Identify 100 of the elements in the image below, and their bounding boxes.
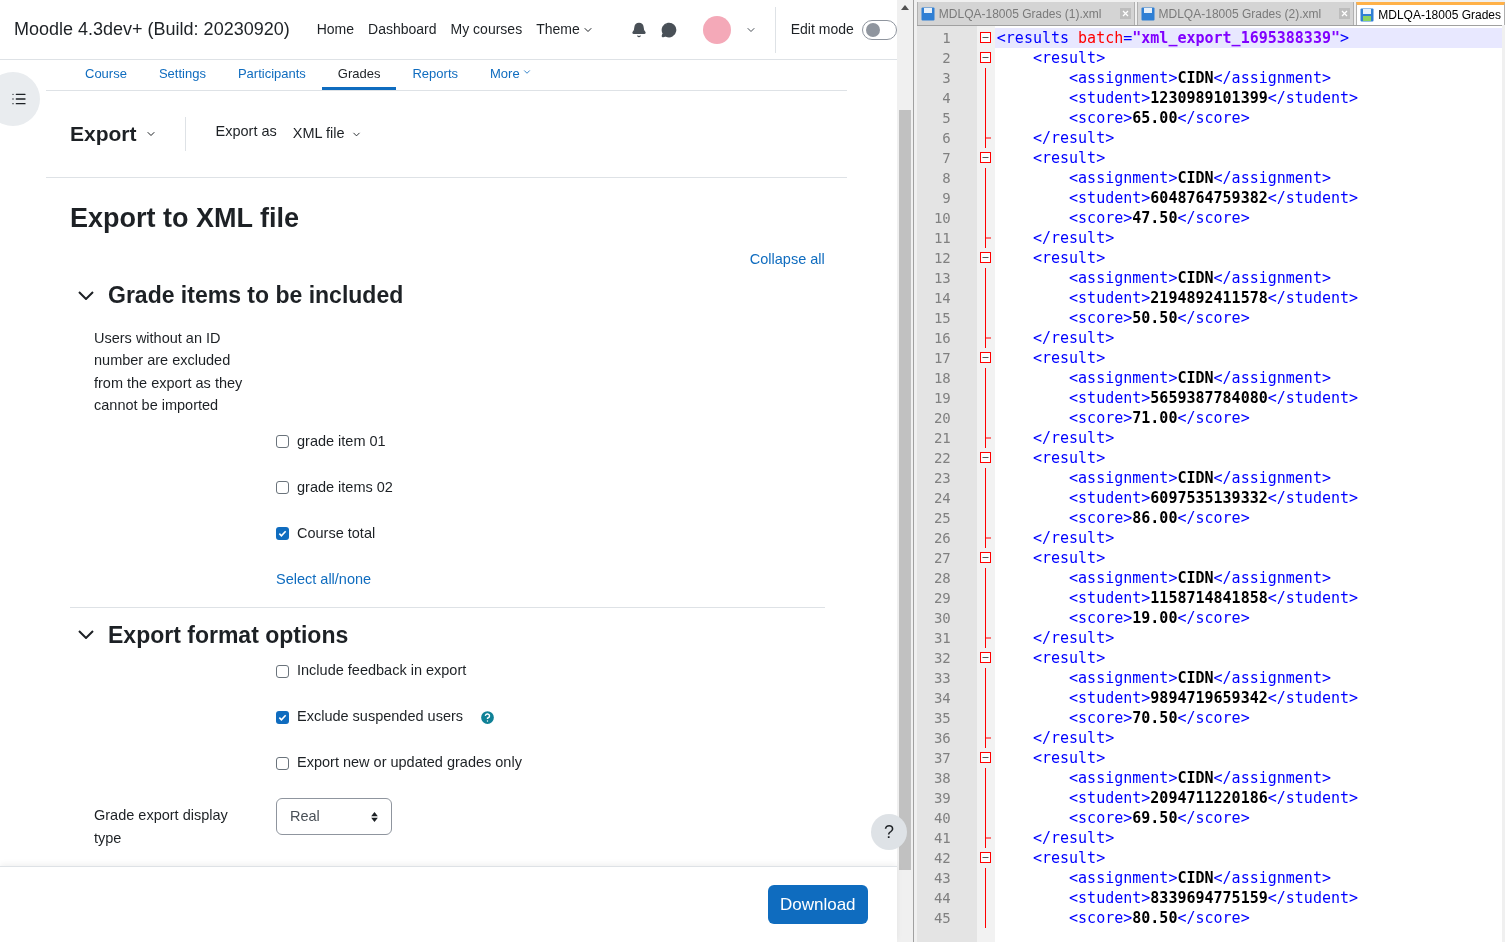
- export-menu[interactable]: Export: [70, 118, 157, 150]
- code-line: <student>2094711220186</student>: [1068, 788, 1360, 808]
- help-button[interactable]: ?: [871, 814, 907, 850]
- display-type-select[interactable]: Real: [276, 798, 392, 835]
- code-line: <student>9894719659342</student>: [1068, 688, 1360, 708]
- code-line: <assignment>CIDN</assignment>: [1068, 68, 1332, 88]
- code-line: <result>: [1031, 248, 1107, 268]
- line-number: 25: [932, 509, 952, 528]
- fold-marker-icon[interactable]: [979, 32, 991, 43]
- section-header[interactable]: Grade items to be included: [78, 278, 404, 313]
- line-number: 26: [932, 529, 952, 548]
- secondary-nav-tab[interactable]: Course: [69, 64, 143, 90]
- line-number: 38: [932, 769, 952, 788]
- fold-marker-icon[interactable]: [979, 752, 991, 763]
- nav-link[interactable]: Home: [309, 19, 362, 40]
- line-number: 24: [932, 489, 952, 508]
- line-number: 14: [932, 289, 952, 308]
- code-line: </result>: [1031, 228, 1116, 248]
- export-as-label: Export as: [215, 122, 277, 142]
- line-number: 9: [941, 189, 952, 208]
- fold-marker-icon[interactable]: [979, 52, 991, 63]
- secondary-nav-tab[interactable]: Reports: [396, 64, 474, 90]
- collapse-all-link[interactable]: Collapse all: [749, 248, 825, 271]
- code-line: <assignment>CIDN</assignment>: [1068, 568, 1332, 588]
- code-line: <student>2194892411578</student>: [1068, 288, 1360, 308]
- line-number: 16: [932, 329, 952, 348]
- line-number: 22: [932, 449, 952, 468]
- checkbox-label: Exclude suspended users: [297, 707, 464, 727]
- checkbox[interactable]: [276, 435, 289, 449]
- code-line: <score>19.00</score>: [1068, 608, 1251, 628]
- code-line: <result>: [1031, 48, 1107, 68]
- code-line: <result>: [1031, 548, 1107, 568]
- notification-icon[interactable]: [630, 21, 647, 38]
- code-line: <student>8339694775159</student>: [1068, 888, 1360, 908]
- help-icon[interactable]: [479, 708, 497, 726]
- code-line: <result>: [1031, 748, 1107, 768]
- fold-marker-icon[interactable]: [979, 152, 991, 163]
- code-line: <score>50.50</score>: [1068, 308, 1251, 328]
- code-line: <score>47.50</score>: [1068, 208, 1251, 228]
- line-number: 34: [932, 689, 952, 708]
- code-line: <result>: [1031, 848, 1107, 868]
- secondary-nav-tab[interactable]: Participants: [221, 64, 322, 90]
- fold-marker-icon[interactable]: [979, 452, 991, 463]
- code-line: </result>: [1031, 528, 1116, 548]
- scrollbar[interactable]: [896, 0, 913, 942]
- line-number: 29: [932, 589, 952, 608]
- checkbox[interactable]: [276, 481, 289, 495]
- line-number: 33: [932, 669, 952, 688]
- export-format-dropdown[interactable]: XML file: [292, 123, 362, 145]
- line-number: 19: [932, 389, 952, 408]
- fold-marker-icon[interactable]: [979, 852, 991, 863]
- code-line: <assignment>CIDN</assignment>: [1068, 868, 1332, 888]
- secondary-nav-tab[interactable]: More: [474, 64, 548, 90]
- secondary-nav-tab[interactable]: Grades: [321, 64, 397, 90]
- line-number: 41: [932, 829, 952, 848]
- checkbox-label: Include feedback in export: [297, 661, 467, 681]
- code-line: <assignment>CIDN</assignment>: [1068, 268, 1332, 288]
- nav-link[interactable]: Theme: [529, 19, 601, 40]
- checkbox[interactable]: [276, 527, 289, 541]
- secondary-nav-tab[interactable]: Settings: [142, 64, 222, 90]
- caret-icon: [521, 67, 532, 77]
- line-number: 32: [932, 649, 952, 668]
- download-button[interactable]: Download: [767, 885, 868, 924]
- line-number: 7: [941, 149, 952, 168]
- list-icon: [11, 91, 27, 107]
- site-name[interactable]: Moodle 4.3dev+ (Build: 20230920): [14, 16, 290, 43]
- fold-marker-icon[interactable]: [979, 652, 991, 663]
- code-line: </result>: [1031, 128, 1116, 148]
- fold-marker-icon[interactable]: [979, 552, 991, 563]
- line-number: 8: [941, 169, 952, 188]
- line-number: 21: [932, 429, 952, 448]
- fold-marker-icon[interactable]: [979, 252, 991, 263]
- line-number: 11: [932, 229, 952, 248]
- line-number: 30: [932, 609, 952, 628]
- code-line: <assignment>CIDN</assignment>: [1068, 468, 1332, 488]
- drawer-toggle[interactable]: [0, 72, 40, 126]
- chevron-icon: [78, 630, 94, 640]
- section-header[interactable]: Export format options: [78, 617, 349, 652]
- checkbox-label: grade items 02: [297, 477, 393, 497]
- line-number: 15: [932, 309, 952, 328]
- line-number: 39: [932, 789, 952, 808]
- message-icon[interactable]: [660, 21, 677, 38]
- checkbox[interactable]: [276, 710, 289, 724]
- line-number: 44: [932, 889, 952, 908]
- line-number: 42: [932, 849, 952, 868]
- line-number: 27: [932, 549, 952, 568]
- fold-marker-icon[interactable]: [979, 352, 991, 363]
- nav-link[interactable]: Dashboard: [361, 19, 444, 40]
- nav-link[interactable]: My courses: [443, 19, 530, 40]
- scroll-up-arrow-icon[interactable]: [900, 5, 909, 10]
- page-title: Export to XML file: [70, 202, 300, 235]
- line-number: 3: [941, 69, 952, 88]
- checkbox[interactable]: [276, 664, 289, 678]
- line-number: 18: [932, 369, 952, 388]
- select-all-link[interactable]: Select all/none: [276, 568, 372, 591]
- edit-mode-switch[interactable]: [861, 19, 897, 40]
- chevron-icon: [78, 291, 94, 300]
- code-line: <score>86.00</score>: [1068, 508, 1251, 528]
- checkbox[interactable]: [276, 756, 289, 770]
- editor-tab[interactable]: MDLQA-18005 Grades: [1356, 2, 1505, 25]
